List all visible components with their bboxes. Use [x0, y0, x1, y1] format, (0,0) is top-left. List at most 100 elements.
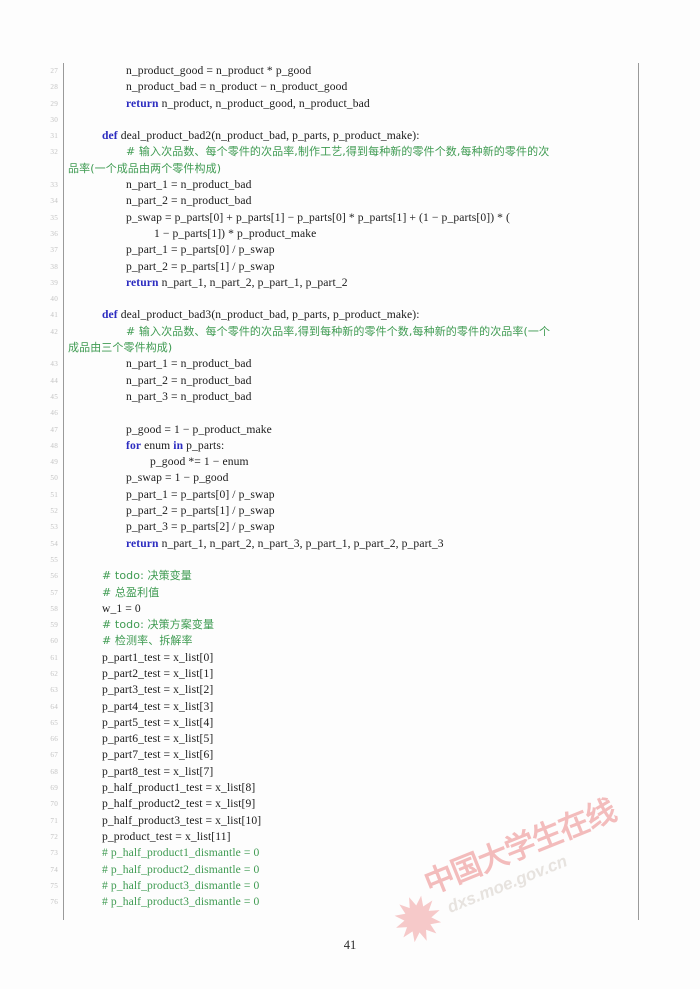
- code-text: p_part_3 = p_parts[2] / p_swap: [78, 519, 275, 535]
- line-number: 41: [50, 311, 58, 320]
- code-text: # todo: 决策变量: [78, 568, 192, 584]
- line-number: 32: [50, 148, 58, 157]
- code-text: p_good = 1 − p_product_make: [78, 422, 272, 438]
- code-text: p_part4_test = x_list[3]: [78, 699, 213, 715]
- line-number: 73: [50, 849, 58, 858]
- line-number: 48: [50, 441, 58, 450]
- line-number: 70: [50, 800, 58, 809]
- code-text: w_1 = 0: [78, 601, 141, 617]
- code-line: 35 p_swap = p_parts[0] + p_parts[1] − p_p…: [0, 210, 700, 226]
- line-number-gutter-rule: [63, 63, 64, 920]
- code-line: 74 # p_half_product2_dismantle = 0: [0, 862, 700, 878]
- code-text: n_part_1 = n_product_bad: [78, 177, 252, 193]
- line-number: 34: [50, 197, 58, 206]
- code-line: 43 n_part_1 = n_product_bad: [0, 356, 700, 372]
- code-comment: # p_half_product3_dismantle = 0: [102, 895, 260, 909]
- code-text: p_part3_test = x_list[2]: [78, 682, 213, 698]
- code-line-continuation: 成品由三个零件构成): [0, 340, 700, 356]
- code-fragment: p_half_product3_test = x_list[10]: [102, 813, 262, 827]
- code-keyword: return: [126, 96, 159, 110]
- code-comment: # 输入次品数、每个零件的次品率,制作工艺,得到每种新的零件个数,每种新的零件的…: [126, 145, 550, 159]
- line-number: 61: [50, 653, 58, 662]
- code-text: p_part_2 = p_parts[1] / p_swap: [78, 503, 275, 519]
- line-number: 36: [50, 229, 58, 238]
- code-text: p_half_product3_test = x_list[10]: [78, 813, 261, 829]
- code-fragment: p_product_test = x_list[11]: [102, 829, 231, 843]
- code-fragment: p_part_3 = p_parts[2] / p_swap: [126, 520, 275, 534]
- code-fragment: deal_product_bad2(n_product_bad, p_parts…: [117, 129, 420, 143]
- code-line: 49 p_good *= 1 − enum: [0, 454, 700, 470]
- code-keyword: def: [102, 308, 118, 322]
- code-fragment: p_part2_test = x_list[1]: [102, 666, 214, 680]
- line-number: 29: [50, 99, 58, 108]
- line-number: 33: [50, 181, 58, 190]
- code-line: 62 p_part2_test = x_list[1]: [0, 666, 700, 682]
- line-number: 35: [50, 213, 58, 222]
- code-text: p_part8_test = x_list[7]: [78, 764, 213, 780]
- code-text: p_half_product2_test = x_list[9]: [78, 796, 255, 812]
- code-fragment: p_part8_test = x_list[7]: [102, 764, 214, 778]
- code-line: 27 n_product_good = n_product * p_good: [0, 63, 700, 79]
- code-line: 57 # 总盈利值: [0, 585, 700, 601]
- line-number: 43: [50, 360, 58, 369]
- code-comment: # todo: 决策方案变量: [102, 618, 215, 632]
- code-comment: # todo: 决策变量: [102, 569, 192, 583]
- code-comment: # p_half_product2_dismantle = 0: [102, 862, 260, 876]
- code-line: 50 p_swap = 1 − p_good: [0, 470, 700, 486]
- code-fragment: p_part1_test = x_list[0]: [102, 650, 214, 664]
- code-text: 1 − p_parts[1]) * p_product_make: [78, 226, 316, 242]
- code-text: p_part2_test = x_list[1]: [78, 666, 213, 682]
- code-line: 65 p_part5_test = x_list[4]: [0, 715, 700, 731]
- code-line: 30: [0, 112, 700, 128]
- code-listing: 27 n_product_good = n_product * p_good 28 n…: [0, 0, 700, 930]
- code-text: p_part7_test = x_list[6]: [78, 747, 213, 763]
- code-line: 40: [0, 291, 700, 307]
- code-text: # 检测率、拆解率: [78, 633, 193, 649]
- code-text: p_half_product1_test = x_list[8]: [78, 780, 255, 796]
- code-text: # 输入次品数、每个零件的次品率,制作工艺,得到每种新的零件个数,每种新的零件的…: [78, 144, 549, 160]
- code-line: 33 n_part_1 = n_product_bad: [0, 177, 700, 193]
- code-line: 60 # 检测率、拆解率: [0, 633, 700, 649]
- code-line: 37 p_part_1 = p_parts[0] / p_swap: [0, 242, 700, 258]
- code-fragment: n_product, n_product_good, n_product_bad: [158, 96, 370, 110]
- code-line: 44 n_part_2 = n_product_bad: [0, 373, 700, 389]
- line-number: 38: [50, 262, 58, 271]
- code-line: 56 # todo: 决策变量: [0, 568, 700, 584]
- code-keyword: return: [126, 536, 159, 550]
- code-line: 68 p_part8_test = x_list[7]: [0, 764, 700, 780]
- line-number: 76: [50, 898, 58, 907]
- code-fragment: n_part_1 = n_product_bad: [126, 357, 252, 371]
- code-line: 71 p_half_product3_test = x_list[10]: [0, 813, 700, 829]
- code-fragment: p_part6_test = x_list[5]: [102, 732, 214, 746]
- line-number: 60: [50, 637, 58, 646]
- code-text: return n_part_1, n_part_2, n_part_3, p_p…: [78, 536, 444, 552]
- code-line: 61 p_part1_test = x_list[0]: [0, 650, 700, 666]
- code-line: 28 n_product_bad = n_product − n_product_…: [0, 79, 700, 95]
- code-line: 31 def deal_product_bad2(n_product_bad, p…: [0, 128, 700, 144]
- code-text: p_part6_test = x_list[5]: [78, 731, 213, 747]
- line-number: 40: [50, 295, 58, 304]
- code-line: 39 return n_part_1, n_part_2, p_part_1, p…: [0, 275, 700, 291]
- code-line: 59 # todo: 决策方案变量: [0, 617, 700, 633]
- code-text: n_part_3 = n_product_bad: [78, 389, 252, 405]
- code-text: # p_half_product2_dismantle = 0: [78, 862, 259, 878]
- code-comment: 成品由三个零件构成): [68, 341, 173, 355]
- code-text: p_swap = 1 − p_good: [78, 470, 229, 486]
- line-number: 63: [50, 686, 58, 695]
- code-fragment: n_part_3 = n_product_bad: [126, 389, 252, 403]
- code-text: n_product_bad = n_product − n_product_go…: [78, 79, 347, 95]
- code-text: def deal_product_bad3(n_product_bad, p_p…: [78, 307, 420, 323]
- code-fragment: n_part_2 = n_product_bad: [126, 194, 252, 208]
- line-number: 64: [50, 702, 58, 711]
- code-text: return n_part_1, n_part_2, p_part_1, p_p…: [78, 275, 348, 291]
- document-page: 27 n_product_good = n_product * p_good 28 n…: [0, 0, 700, 989]
- code-fragment: p_part3_test = x_list[2]: [102, 683, 214, 697]
- code-line: 75 # p_half_product3_dismantle = 0: [0, 878, 700, 894]
- page-number: 41: [343, 938, 357, 952]
- line-number: 44: [50, 376, 58, 385]
- code-line: 73 # p_half_product1_dismantle = 0: [0, 845, 700, 861]
- line-number: 47: [50, 425, 58, 434]
- code-line: 63 p_part3_test = x_list[2]: [0, 682, 700, 698]
- code-text: # 输入次品数、每个零件的次品率,得到每种新的零件个数,每种新的零件的次品率(一…: [78, 324, 550, 340]
- line-number: 52: [50, 507, 58, 516]
